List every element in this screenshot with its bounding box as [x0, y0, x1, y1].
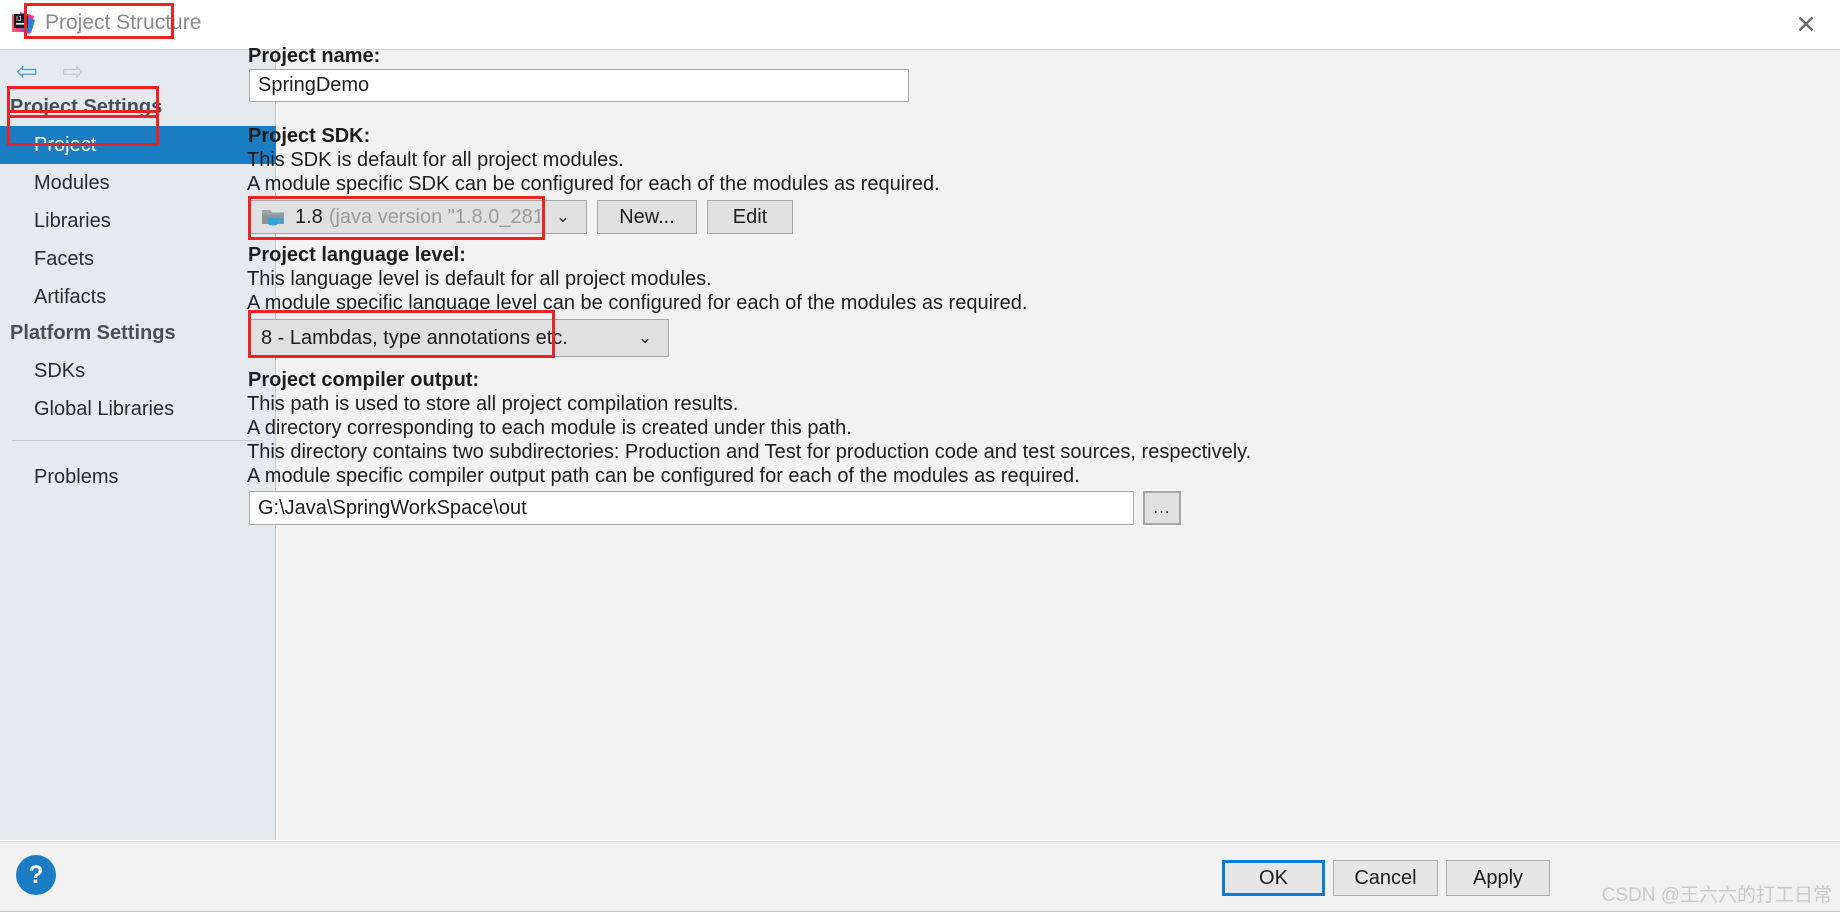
forward-arrow-icon[interactable]: ⇨ [58, 58, 88, 84]
window-title: Project Structure [45, 11, 202, 34]
back-arrow-icon[interactable]: ⇦ [12, 58, 42, 84]
project-sdk-value-detail: (java version "1.8.0_281") [328, 205, 540, 228]
sidebar-item-artifacts[interactable]: Artifacts [0, 278, 276, 316]
sidebar-item-sdks[interactable]: SDKs [0, 352, 276, 390]
sdk-new-button[interactable]: New... [597, 200, 697, 234]
project-sdk-value: 1.8 [295, 205, 323, 228]
ok-button[interactable]: OK [1222, 860, 1325, 896]
sidebar-item-libraries[interactable]: Libraries [0, 202, 276, 240]
compiler-output-desc-2: A directory corresponding to each module… [247, 417, 852, 439]
svg-text:IJ: IJ [16, 16, 21, 23]
compiler-output-browse-button[interactable]: ... [1143, 491, 1181, 525]
project-sdk-value-wrap: 1.8 (java version "1.8.0_281") [251, 206, 540, 229]
language-level-desc-2: A module specific language level can be … [247, 292, 1028, 314]
language-level-value: 8 - Lambdas, type annotations etc. [261, 326, 568, 349]
sdk-edit-button[interactable]: Edit [707, 200, 793, 234]
sidebar-group-project-settings: Project Settings [10, 95, 163, 118]
intellij-idea-icon: IJ [10, 10, 36, 36]
compiler-output-label: Project compiler output: [248, 369, 480, 391]
sidebar-group-platform-settings: Platform Settings [10, 321, 176, 344]
language-level-desc-1: This language level is default for all p… [247, 268, 712, 290]
sidebar: ⇦ ⇨ Project Settings Project Modules Lib… [0, 50, 276, 840]
sidebar-item-global-libraries[interactable]: Global Libraries [0, 390, 276, 428]
language-level-combobox[interactable]: 8 - Lambdas, type annotations etc. ⌄ [250, 319, 669, 357]
compiler-output-input[interactable]: G:\Java\SpringWorkSpace\out [249, 491, 1134, 525]
language-level-label: Project language level: [248, 244, 466, 266]
cancel-button[interactable]: Cancel [1333, 860, 1438, 896]
chevron-down-icon[interactable]: ⌄ [540, 201, 586, 233]
sidebar-navbar: ⇦ ⇨ [0, 50, 276, 94]
csdn-watermark: CSDN @王六六的打工日常 [1601, 885, 1832, 906]
title-bar: IJ Project Structure ✕ [0, 0, 1840, 50]
java-sdk-folder-icon [261, 206, 287, 228]
sidebar-item-facets[interactable]: Facets [0, 240, 276, 278]
compiler-output-desc-4: A module specific compiler output path c… [247, 465, 1080, 487]
project-sdk-label: Project SDK: [248, 125, 371, 147]
sidebar-item-modules[interactable]: Modules [0, 164, 276, 202]
project-sdk-desc-1: This SDK is default for all project modu… [247, 149, 624, 171]
chevron-down-icon[interactable]: ⌄ [622, 320, 668, 356]
close-icon[interactable]: ✕ [1786, 6, 1826, 44]
sidebar-divider [12, 440, 262, 441]
project-name-label: Project name: [248, 45, 381, 67]
sidebar-item-project[interactable]: Project [0, 126, 276, 164]
main-panel: Project name: SpringDemo Project SDK: Th… [247, 45, 1840, 840]
footer-bar: ? OK Cancel Apply [0, 841, 1840, 914]
project-sdk-combobox[interactable]: 1.8 (java version "1.8.0_281") ⌄ [250, 200, 587, 234]
help-icon[interactable]: ? [16, 855, 56, 895]
project-structure-dialog: IJ Project Structure ✕ ⇦ ⇨ Project Setti… [0, 0, 1840, 914]
compiler-output-desc-3: This directory contains two subdirectori… [247, 441, 1252, 463]
project-sdk-desc-2: A module specific SDK can be configured … [247, 173, 940, 195]
apply-button[interactable]: Apply [1446, 860, 1550, 896]
sidebar-item-problems[interactable]: Problems [0, 458, 276, 496]
compiler-output-desc-1: This path is used to store all project c… [247, 393, 739, 415]
project-name-input[interactable]: SpringDemo [249, 69, 909, 102]
